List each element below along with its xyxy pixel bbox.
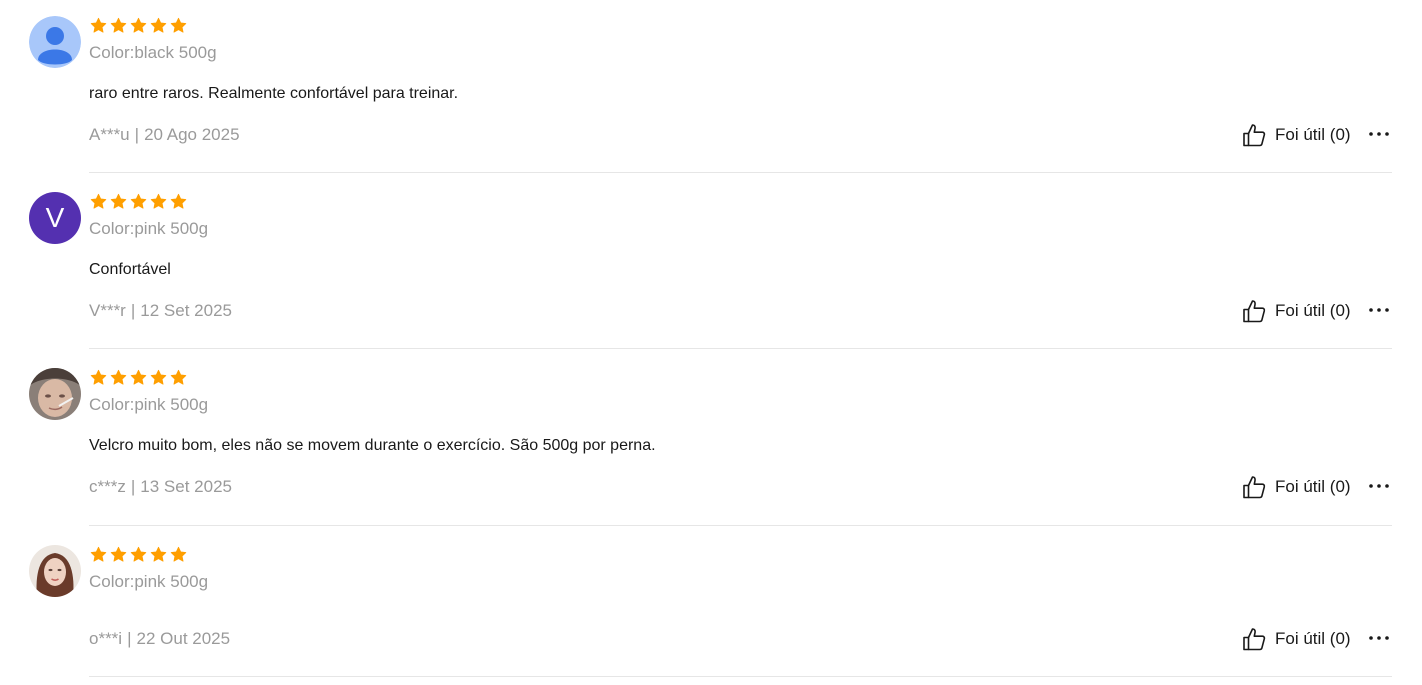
thumbs-up-icon (1243, 476, 1266, 499)
star-icon (110, 193, 127, 209)
review-divider (89, 348, 1392, 349)
star-rating (90, 546, 187, 564)
helpful-button[interactable]: Foi útil (0) (1241, 474, 1351, 500)
meta-separator: | (127, 629, 132, 648)
helpful-label: Foi útil (0) (1275, 125, 1351, 144)
meta-separator: | (134, 125, 140, 144)
star-icon (150, 546, 167, 562)
helpful-label: Foi útil (0) (1275, 477, 1351, 496)
user-photo (29, 545, 81, 597)
review-text: Confortável (89, 261, 171, 278)
user-photo (29, 368, 81, 420)
star-icon (110, 546, 127, 562)
review-meta: V***r | 12 Set 2025 (89, 301, 232, 321)
star-icon (130, 17, 147, 33)
meta-separator: | (130, 301, 136, 320)
star-icon (170, 546, 187, 562)
review-variant: Color:pink 500g (89, 219, 209, 238)
review-divider (89, 676, 1392, 677)
helpful-button[interactable]: Foi útil (0) (1241, 298, 1351, 324)
more-options-icon (1369, 484, 1389, 488)
more-options-button[interactable] (1367, 476, 1391, 496)
star-rating (90, 369, 187, 387)
star-icon (110, 369, 127, 385)
helpful-label: Foi útil (0) (1275, 301, 1351, 320)
review-author: o***i (89, 629, 123, 648)
star-rating (90, 17, 187, 35)
thumbs-up-icon (1243, 628, 1266, 651)
star-icon (170, 369, 187, 385)
star-icon (90, 546, 107, 562)
avatar (29, 16, 81, 68)
review-divider (89, 172, 1392, 173)
star-icon (170, 17, 187, 33)
review-date: 20 Ago 2025 (144, 125, 240, 144)
review-text: Velcro muito bom, eles não se movem dura… (89, 437, 656, 454)
star-icon (90, 369, 107, 385)
star-icon (150, 17, 167, 33)
review-date: 12 Set 2025 (140, 301, 232, 320)
avatar: V (29, 192, 81, 244)
more-options-icon (1369, 636, 1389, 640)
review-list: Color:black 500g raro entre raros. Realm… (0, 0, 1422, 685)
review-author: A***u (89, 125, 130, 144)
star-icon (150, 193, 167, 209)
star-icon (130, 193, 147, 209)
thumbs-up-icon (1243, 300, 1266, 323)
star-icon (110, 17, 127, 33)
avatar (29, 368, 81, 420)
review-author: c***z (89, 477, 126, 496)
star-icon (90, 17, 107, 33)
more-options-button[interactable] (1367, 124, 1391, 144)
review-item: Color:black 500g raro entre raros. Realm… (0, 16, 1422, 173)
review-variant: Color:pink 500g (89, 572, 209, 591)
review-date: 13 Set 2025 (140, 477, 232, 496)
review-meta: A***u | 20 Ago 2025 (89, 125, 240, 145)
star-icon (170, 193, 187, 209)
default-avatar-icon (29, 16, 81, 68)
review-variant: Color:black 500g (89, 43, 217, 62)
review-date: 22 Out 2025 (136, 629, 231, 648)
avatar (29, 545, 81, 597)
review-divider (89, 525, 1392, 526)
helpful-label: Foi útil (0) (1275, 629, 1351, 648)
star-icon (130, 369, 147, 385)
review-author: V***r (89, 301, 126, 320)
more-options-button[interactable] (1367, 300, 1391, 320)
review-item: V Color:pink 500g Confortável V***r | 12 S… (0, 192, 1422, 349)
review-item: Color:pink 500g Velcro muito bom, eles n… (0, 368, 1422, 526)
review-item: Color:pink 500g o***i | 22 Out 2025 Foi út… (0, 545, 1422, 685)
star-icon (130, 546, 147, 562)
review-meta: c***z | 13 Set 2025 (89, 477, 232, 497)
more-options-button[interactable] (1367, 628, 1391, 648)
more-options-icon (1369, 132, 1389, 136)
helpful-button[interactable]: Foi útil (0) (1241, 626, 1351, 652)
review-meta: o***i | 22 Out 2025 (89, 629, 230, 649)
meta-separator: | (130, 477, 136, 496)
star-icon (90, 193, 107, 209)
review-text: raro entre raros. Realmente confortável … (89, 85, 459, 102)
thumbs-up-icon (1243, 124, 1266, 147)
star-rating (90, 193, 187, 211)
review-variant: Color:pink 500g (89, 395, 209, 414)
star-icon (150, 369, 167, 385)
more-options-icon (1369, 308, 1389, 312)
helpful-button[interactable]: Foi útil (0) (1241, 122, 1351, 148)
